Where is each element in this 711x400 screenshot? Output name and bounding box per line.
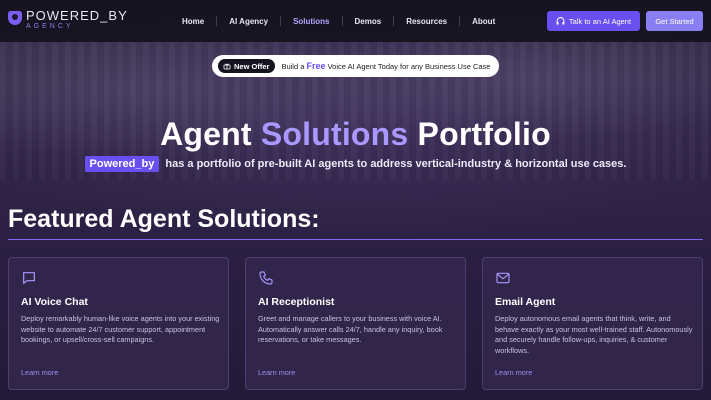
logo-text-primary: POWERED_BY [26, 8, 128, 23]
page-title-accent: Solutions [260, 116, 409, 152]
card-title: AI Receptionist [258, 296, 335, 308]
brand-chip: Powered_by [84, 156, 160, 172]
nav-item-about[interactable]: About [460, 17, 507, 26]
learn-more-link[interactable]: Learn more [258, 368, 295, 377]
mail-icon [496, 272, 510, 284]
top-navbar: POWERED_BY AGENCY Home AI Agency Solutio… [0, 0, 711, 42]
card-title: AI Voice Chat [21, 296, 88, 308]
page-title-part1: Agent [160, 116, 252, 152]
section-divider [8, 239, 703, 240]
nav-item-home[interactable]: Home [170, 17, 216, 26]
new-offer-label: New Offer [234, 61, 270, 71]
offer-text-after: Voice AI Agent Today for any Business Us… [327, 62, 491, 71]
section-title: Featured Agent Solutions: [8, 205, 320, 233]
talk-to-agent-label: Talk to an AI Agent [568, 16, 632, 26]
card-description: Deploy remarkably human-like voice agent… [21, 314, 220, 344]
offer-free-highlight: Free [306, 61, 326, 71]
logo[interactable]: POWERED_BY AGENCY [8, 9, 128, 30]
solution-card-voice-chat[interactable]: AI Voice Chat Deploy remarkably human-li… [8, 257, 229, 390]
phone-icon [259, 271, 273, 285]
card-title: Email Agent [495, 296, 556, 308]
offer-text-before: Build a [281, 62, 305, 71]
page-title: Agent Solutions Portfolio [0, 116, 711, 153]
subtitle-text: has a portfolio of pre-built AI agents t… [165, 158, 627, 170]
gift-icon [223, 63, 231, 70]
get-started-button[interactable]: Get Started [646, 11, 703, 31]
offer-banner[interactable]: New Offer Build a Free Voice AI Agent To… [212, 55, 499, 77]
nav-item-demos[interactable]: Demos [343, 17, 394, 26]
chat-bubble-icon [23, 272, 35, 284]
offer-text: Build a Free Voice AI Agent Today for an… [281, 61, 490, 71]
nav-item-solutions[interactable]: Solutions [281, 17, 341, 26]
new-offer-badge: New Offer [218, 59, 276, 73]
logo-text-secondary: AGENCY [26, 23, 74, 30]
solution-card-receptionist[interactable]: AI Receptionist Greet and manage callers… [245, 257, 466, 390]
nav-item-ai-agency[interactable]: AI Agency [217, 17, 280, 26]
nav-item-resources[interactable]: Resources [394, 17, 459, 26]
page-title-part2: Portfolio [417, 116, 551, 152]
logo-shield-icon [8, 11, 22, 25]
solution-card-email-agent[interactable]: Email Agent Deploy autonomous email agen… [482, 257, 703, 390]
page-subtitle: Powered_by has a portfolio of pre-built … [0, 156, 711, 172]
main-menu: Home AI Agency Solutions Demos Resources… [170, 0, 507, 42]
headset-icon [556, 16, 565, 25]
card-description: Deploy autonomous email agents that thin… [495, 314, 693, 355]
learn-more-link[interactable]: Learn more [21, 368, 58, 377]
learn-more-link[interactable]: Learn more [495, 368, 532, 377]
talk-to-agent-button[interactable]: Talk to an AI Agent [547, 11, 640, 31]
card-description: Greet and manage callers to your busines… [258, 314, 443, 344]
